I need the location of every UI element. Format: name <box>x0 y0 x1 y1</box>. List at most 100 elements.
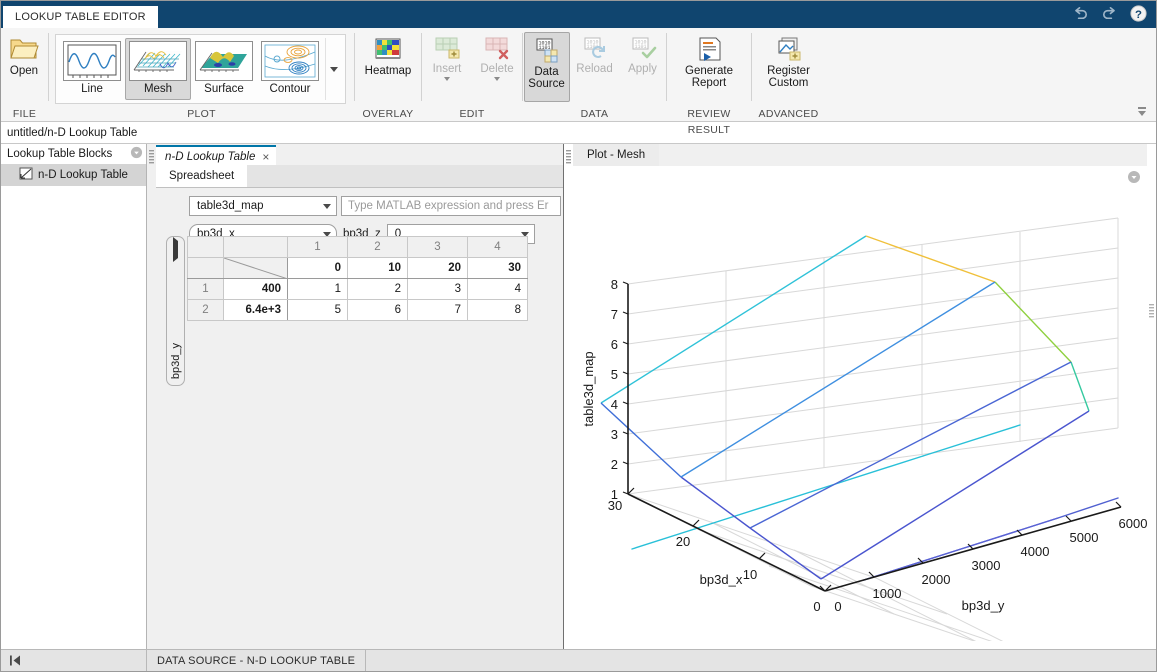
open-button[interactable]: Open <box>1 32 47 77</box>
row-breakpoint-2[interactable]: 6.4e+3 <box>223 299 288 321</box>
redo-icon[interactable] <box>1100 4 1119 23</box>
delete-button[interactable]: Delete <box>474 32 520 81</box>
data-source-button[interactable]: 1010 1101 Data Source <box>523 32 570 102</box>
open-folder-icon <box>10 39 39 59</box>
expression-placeholder: Type MATLAB expression and press Er <box>348 200 549 212</box>
ribbon-group-plot: Line Mesh Surface Contour PLOT <box>49 28 354 122</box>
col-breakpoint-4[interactable]: 30 <box>467 257 528 279</box>
register-custom-button[interactable]: Register Custom <box>758 32 820 89</box>
plot-type-line-label: Line <box>81 83 103 95</box>
ribbon-group-edit: Insert Delete EDIT <box>422 28 522 122</box>
heatmap-icon <box>375 38 401 59</box>
insert-button[interactable]: Insert <box>424 32 470 81</box>
help-icon[interactable]: ? <box>1129 4 1148 23</box>
y-tick-4000: 4000 <box>1021 544 1050 559</box>
row-header-2[interactable]: 2 <box>187 299 224 321</box>
grip-dots-icon <box>149 150 154 164</box>
plot-type-surface[interactable]: Surface <box>191 38 257 100</box>
x-tick-20: 20 <box>676 534 690 549</box>
sidebar-item-n-d-lookup-table[interactable]: n-D Lookup Table <box>1 164 146 186</box>
row-breakpoint-1[interactable]: 400 <box>223 278 288 300</box>
cell-r1c4[interactable]: 4 <box>467 278 528 300</box>
table-corner-cell <box>187 236 224 258</box>
left-splitter-handle[interactable] <box>147 144 156 649</box>
y-tick-6000: 6000 <box>1119 516 1148 531</box>
mesh-plot-icon <box>129 41 187 81</box>
plot-type-contour[interactable]: Contour <box>257 38 323 100</box>
row-header-1[interactable]: 1 <box>187 278 224 300</box>
title-bar-actions: ? <box>1071 4 1148 23</box>
plot-type-mesh-label: Mesh <box>143 83 173 95</box>
tab-spreadsheet[interactable]: Spreadsheet <box>156 165 248 187</box>
status-bar: DATA SOURCE - N-D LOOKUP TABLE <box>1 649 1156 671</box>
x-tick-30: 30 <box>608 498 622 513</box>
diagonal-divider-icon <box>224 258 288 279</box>
data-source-label-line2: Source <box>528 78 565 90</box>
reload-icon: 1010 1101 <box>584 37 605 58</box>
spreadsheet-table[interactable]: 1 2 3 4 0 10 20 30 1 400 1 2 3 4 2 6.4e+… <box>187 236 528 321</box>
cell-r1c2[interactable]: 2 <box>347 278 408 300</box>
ribbon-group-advanced: Register Custom ADVANCED <box>752 28 825 122</box>
ribbon-collapse-button[interactable] <box>1134 105 1150 119</box>
plot-gallery-more-button[interactable] <box>325 38 342 100</box>
cell-r2c2[interactable]: 6 <box>347 299 408 321</box>
cell-r1c1[interactable]: 1 <box>287 278 348 300</box>
data-source-icon: 1010 1101 <box>536 38 557 63</box>
table-row: 2 6.4e+3 5 6 7 8 <box>187 299 528 321</box>
mesh-plot-canvas[interactable]: 8 7 6 5 4 3 2 1 table3d_map 30 20 10 0 b… <box>573 166 1147 649</box>
generate-report-button[interactable]: Generate Report <box>678 32 740 89</box>
cell-r2c1[interactable]: 5 <box>287 299 348 321</box>
expand-icon[interactable] <box>173 237 178 262</box>
line-plot-icon <box>63 41 121 81</box>
bp3d-y-collapsed-panel[interactable]: bp3d_y <box>166 236 185 386</box>
ribbon-group-plot-title: PLOT <box>187 108 216 120</box>
ribbon-group-file: Open FILE <box>1 28 48 122</box>
y-axis: 0 1000 2000 3000 4000 5000 6000 bp3d_y <box>819 501 1148 614</box>
col-header-3[interactable]: 3 <box>407 236 468 258</box>
col-header-4[interactable]: 4 <box>467 236 528 258</box>
insert-cells-icon <box>435 37 460 59</box>
ribbon-toolbar: Open FILE Line Mesh Surface Contour PLOT… <box>1 28 1156 136</box>
plot-panel-options-button[interactable] <box>1127 170 1141 184</box>
col-header-2[interactable]: 2 <box>347 236 408 258</box>
title-bar: LOOKUP TABLE EDITOR ? <box>1 1 1156 28</box>
chevron-down-icon <box>494 77 500 81</box>
apply-button[interactable]: 1010 1101 Apply <box>620 32 666 75</box>
breadcrumb[interactable]: untitled/n-D Lookup Table <box>1 122 1156 144</box>
plot-type-line[interactable]: Line <box>59 38 125 100</box>
col-breakpoint-1[interactable]: 0 <box>287 257 348 279</box>
sub-tab-filler <box>247 165 563 187</box>
table-selector-row: table3d_map Type MATLAB expression and p… <box>156 196 563 216</box>
app-tab-lookup-table-editor[interactable]: LOOKUP TABLE EDITOR <box>3 6 158 28</box>
undo-icon[interactable] <box>1071 4 1090 23</box>
sub-tab-label: Spreadsheet <box>169 170 235 182</box>
cell-r1c3[interactable]: 3 <box>407 278 468 300</box>
tab-plot-mesh[interactable]: Plot - Mesh <box>573 144 660 166</box>
table-row: 1 400 1 2 3 4 <box>187 278 528 300</box>
cell-r2c4[interactable]: 8 <box>467 299 528 321</box>
grip-dots-icon <box>566 150 571 164</box>
x-tick-0: 0 <box>813 599 820 614</box>
col-header-1[interactable]: 1 <box>287 236 348 258</box>
table-select[interactable]: table3d_map <box>189 196 337 216</box>
status-bar-collapse[interactable] <box>1 650 147 671</box>
app-tab-label: LOOKUP TABLE EDITOR <box>15 11 146 23</box>
data-source-label-line1: Data <box>534 66 559 78</box>
heatmap-button[interactable]: Heatmap <box>357 32 419 77</box>
reload-button[interactable]: 1010 1101 Reload <box>572 32 618 75</box>
apply-icon: 1010 1101 <box>632 37 656 59</box>
col-breakpoint-2[interactable]: 10 <box>347 257 408 279</box>
col-breakpoint-3[interactable]: 20 <box>407 257 468 279</box>
panel-pin-icon[interactable] <box>130 146 143 162</box>
cell-r2c3[interactable]: 7 <box>407 299 468 321</box>
y-tick-5000: 5000 <box>1070 530 1099 545</box>
contour-plot-icon <box>261 41 319 81</box>
data-source-button-label: Data Source <box>528 66 564 90</box>
left-panel-empty-area <box>1 186 146 649</box>
y-tick-2000: 2000 <box>922 572 951 587</box>
tab-n-d-lookup-table[interactable]: n-D Lookup Table × <box>156 145 277 166</box>
expression-input[interactable]: Type MATLAB expression and press Er <box>341 196 561 216</box>
center-splitter-handle[interactable] <box>564 144 573 649</box>
close-icon[interactable]: × <box>262 150 269 164</box>
plot-type-mesh[interactable]: Mesh <box>125 38 191 100</box>
